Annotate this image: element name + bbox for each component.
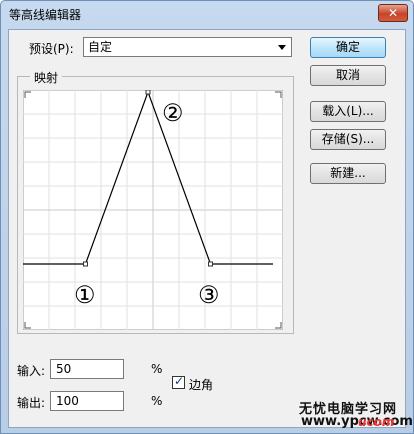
mapping-group: 映射 ② ① ③ bbox=[17, 69, 294, 334]
chevron-down-icon bbox=[278, 45, 286, 50]
preset-label: 预设(P): bbox=[29, 42, 74, 56]
dialog-client: 预设(P): 自定 映射 ② ① ③ 确定 取消 载入(L)... 存储(S).… bbox=[8, 29, 406, 428]
watermark-url: www.ypcw.com bbox=[301, 414, 413, 429]
check-icon: ✓ bbox=[174, 374, 185, 388]
ok-button[interactable]: 确定 bbox=[310, 37, 386, 58]
close-button[interactable]: ✕ bbox=[378, 4, 408, 22]
output-unit: % bbox=[151, 394, 163, 408]
input-label: 输入: bbox=[17, 364, 46, 378]
output-label: 输出: bbox=[17, 396, 46, 410]
save-button[interactable]: 存储(S)... bbox=[310, 129, 386, 150]
close-icon: ✕ bbox=[387, 6, 399, 20]
cancel-button[interactable]: 取消 bbox=[310, 65, 386, 86]
input-field[interactable]: 50 bbox=[50, 359, 124, 379]
annotation-peak: ② bbox=[162, 99, 184, 127]
window-title: 等高线编辑器 bbox=[9, 8, 82, 22]
load-button[interactable]: 载入(L)... bbox=[310, 101, 386, 122]
corner-label[interactable]: 边角 bbox=[189, 376, 213, 393]
input-unit: % bbox=[151, 362, 163, 376]
preset-select[interactable]: 自定 bbox=[83, 37, 292, 57]
annotation-right: ③ bbox=[198, 281, 220, 309]
annotation-left: ① bbox=[74, 281, 96, 309]
curve-point-3[interactable] bbox=[208, 261, 213, 267]
watermark-overlay: ucom bbox=[358, 415, 395, 429]
mapping-group-label: 映射 bbox=[30, 69, 63, 86]
preset-value: 自定 bbox=[88, 40, 113, 54]
new-button[interactable]: 新建... bbox=[310, 163, 386, 184]
output-field[interactable]: 100 bbox=[50, 391, 124, 411]
contour-editor-window: 等高线编辑器 ✕ 预设(P): 自定 映射 ② ① ③ 确定 取消 载入(L).… bbox=[0, 0, 414, 434]
curve-point-1[interactable] bbox=[83, 261, 88, 267]
title-bar[interactable]: 等高线编辑器 ✕ bbox=[1, 1, 413, 29]
contour-curve-graph[interactable]: ② ① ③ bbox=[23, 90, 283, 330]
curve-point-2[interactable] bbox=[145, 90, 151, 95]
corner-checkbox[interactable]: ✓ bbox=[172, 374, 185, 389]
